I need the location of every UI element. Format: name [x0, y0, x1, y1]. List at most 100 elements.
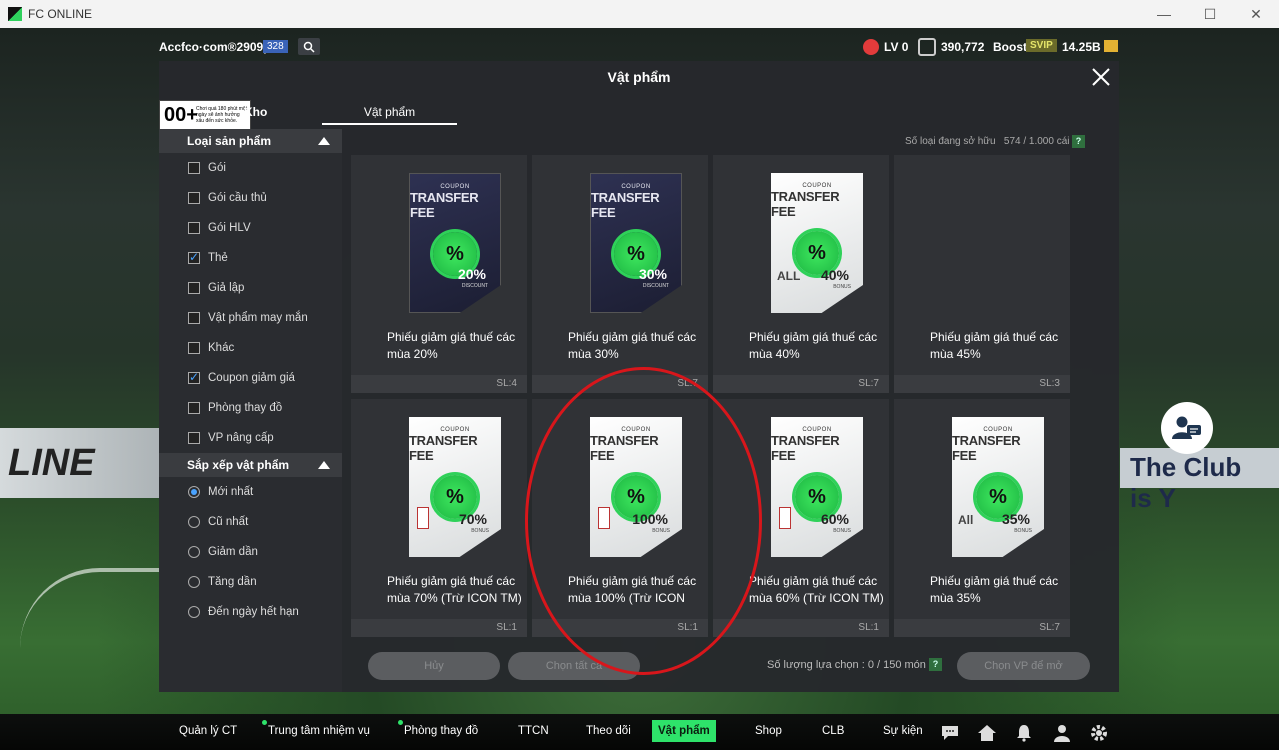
checkbox[interactable]: [188, 250, 200, 264]
product-type-filter[interactable]: Gói: [159, 153, 342, 183]
nav-item-1[interactable]: Quản lý CT: [173, 720, 243, 742]
support-chat-button[interactable]: [1161, 402, 1213, 454]
product-type-filter[interactable]: Coupon giảm giá: [159, 363, 342, 393]
account-bar: Accfco·com®2909p 328 LV 0 390,772 Boost …: [0, 36, 1279, 58]
product-type-filter[interactable]: Khác: [159, 333, 342, 363]
product-type-filter[interactable]: Gói HLV: [159, 213, 342, 243]
radio-button[interactable]: [188, 516, 200, 528]
window-title: FC ONLINE: [28, 7, 93, 21]
nav-label: Phòng thay đồ: [404, 725, 479, 737]
sort-option[interactable]: Đến ngày hết hạn: [159, 597, 342, 627]
nav-item-4[interactable]: TTCN: [512, 720, 555, 742]
stadium-banner-left: LINE: [0, 428, 170, 498]
product-type-filter[interactable]: Phòng thay đồ: [159, 393, 342, 423]
product-type-filter[interactable]: VP nâng cấp: [159, 423, 342, 453]
nav-label: Sự kiện: [883, 725, 923, 737]
sort-option[interactable]: Tăng dần: [159, 567, 342, 597]
checkbox[interactable]: [188, 370, 200, 384]
product-type-filter[interactable]: Gói cầu thủ: [159, 183, 342, 213]
stadium-banner-right: The Club is Y: [1120, 448, 1279, 513]
item-image: COUPON TRANSFER FEE% 70% BONUS: [351, 399, 527, 569]
owned-value: 574 / 1.000 cái: [1003, 136, 1070, 147]
sort-option[interactable]: Mới nhất: [159, 477, 342, 507]
radio-button[interactable]: [188, 546, 200, 558]
nav-label: Theo dõi: [586, 725, 631, 737]
sort-label: Đến ngày hết hạn: [208, 606, 299, 618]
sort-option[interactable]: Cũ nhất: [159, 507, 342, 537]
settings-icon[interactable]: [1089, 723, 1109, 743]
product-type-header[interactable]: Loại sản phẩm: [159, 129, 342, 153]
coupon-title: TRANSFER FEE: [591, 190, 660, 220]
item-card[interactable]: COUPON TRANSFER FEE% 35% BONUS All Phiếu giảm…: [894, 399, 1070, 637]
class-mark: All: [958, 513, 974, 527]
home-icon[interactable]: [977, 723, 997, 743]
collapse-triangle-icon: [318, 137, 330, 145]
product-type-filter[interactable]: Giả lập: [159, 273, 342, 303]
filter-label: VP nâng cấp: [208, 432, 274, 444]
filter-label: Coupon giảm giá: [208, 372, 295, 384]
nav-item-6[interactable]: Vật phẩm: [652, 720, 716, 742]
checkbox[interactable]: [188, 162, 200, 174]
item-card[interactable]: COUPON TRANSFER FEE% 70% BONUS Phiếu giảm gi…: [351, 399, 527, 637]
nav-item-7[interactable]: Shop: [749, 720, 788, 742]
sort-label: Cũ nhất: [208, 516, 249, 528]
boost-label: Boost: [993, 40, 1027, 54]
item-image: COUPON TRANSFER FEE% 40% BONUS ALL: [713, 155, 889, 325]
radio-button[interactable]: [188, 486, 200, 498]
coupon-percent: 70%: [458, 511, 487, 527]
modal-title: Vật phẩm: [607, 69, 671, 85]
select-items-to-open-button[interactable]: Chọn VP để mở: [957, 652, 1090, 680]
item-card[interactable]: COUPON TRANSFER FEE% 40% BONUS ALL Phiếu giảm…: [713, 155, 889, 393]
nav-item-8[interactable]: CLB: [816, 720, 850, 742]
product-type-filter[interactable]: Thẻ: [159, 243, 342, 273]
cancel-button[interactable]: Hủy: [368, 652, 500, 680]
filter-label: Vật phẩm may mắn: [208, 312, 308, 324]
help-icon[interactable]: ?: [1072, 135, 1085, 148]
chat-icon[interactable]: [940, 723, 960, 743]
checkbox[interactable]: [188, 312, 200, 324]
bottom-navigation: Quản lý CT Trung tâm nhiệm vụ Phòng thay đ…: [0, 714, 1279, 750]
bell-icon[interactable]: [1014, 723, 1034, 743]
checkbox[interactable]: [188, 282, 200, 294]
close-window-button[interactable]: ✕: [1233, 0, 1279, 28]
radio-button[interactable]: [188, 576, 200, 588]
coupon-title: TRANSFER FEE: [410, 190, 479, 220]
support-chat-icon: [1172, 416, 1201, 439]
item-image: [894, 155, 1070, 325]
radio-button[interactable]: [188, 606, 200, 618]
item-name: Phiếu giảm giá thuế các mùa 70% (Trừ ICO…: [387, 574, 522, 605]
checkbox[interactable]: [188, 222, 200, 234]
nav-item-3[interactable]: Phòng thay đồ: [398, 720, 484, 742]
item-card[interactable]: COUPON TRANSFER FEE% 20% DISCOUNT Phiếu giảm…: [351, 155, 527, 393]
nav-item-9[interactable]: Sự kiện: [877, 720, 929, 742]
nav-item-2[interactable]: Trung tâm nhiệm vụ: [262, 720, 376, 742]
item-card[interactable]: Phiếu giảm giá thuế các mùa 45% SL:3: [894, 155, 1070, 393]
help-icon[interactable]: ?: [929, 658, 942, 671]
coupon-card: COUPON TRANSFER FEE% 30% DISCOUNT: [590, 173, 682, 313]
account-name: Accfco·com®2909p: [159, 40, 271, 54]
sort-option[interactable]: Giảm dần: [159, 537, 342, 567]
search-button[interactable]: [298, 38, 320, 55]
checkbox[interactable]: [188, 432, 200, 444]
sort-title: Sắp xếp vật phẩm: [187, 458, 290, 472]
profile-icon[interactable]: [1052, 723, 1072, 743]
sort-header[interactable]: Sắp xếp vật phẩm: [159, 453, 342, 477]
item-name: Phiếu giảm giá thuế các mùa 20%: [387, 330, 516, 361]
tab-kho[interactable]: Kho: [244, 105, 267, 119]
nav-item-5[interactable]: Theo dõi: [580, 720, 637, 742]
checkbox[interactable]: [188, 192, 200, 204]
item-name: Phiếu giảm giá thuế các mùa 40%: [749, 330, 878, 361]
modal-close-button[interactable]: [1089, 67, 1113, 91]
coupon-percent: 40%: [820, 267, 849, 283]
filter-label: Phòng thay đồ: [208, 402, 283, 414]
minimize-button[interactable]: —: [1141, 0, 1187, 28]
checkbox[interactable]: [188, 402, 200, 414]
class-mark: ALL: [777, 269, 801, 283]
tab-vat-pham[interactable]: Vật phẩm: [322, 105, 457, 125]
item-card[interactable]: COUPON TRANSFER FEE% 30% DISCOUNT Phiếu giảm…: [532, 155, 708, 393]
window-controls: — ☐ ✕: [1141, 0, 1279, 28]
coin-balance: 390,772: [941, 40, 985, 54]
checkbox[interactable]: [188, 342, 200, 354]
product-type-filter[interactable]: Vật phẩm may mắn: [159, 303, 342, 333]
maximize-button[interactable]: ☐: [1187, 0, 1233, 28]
